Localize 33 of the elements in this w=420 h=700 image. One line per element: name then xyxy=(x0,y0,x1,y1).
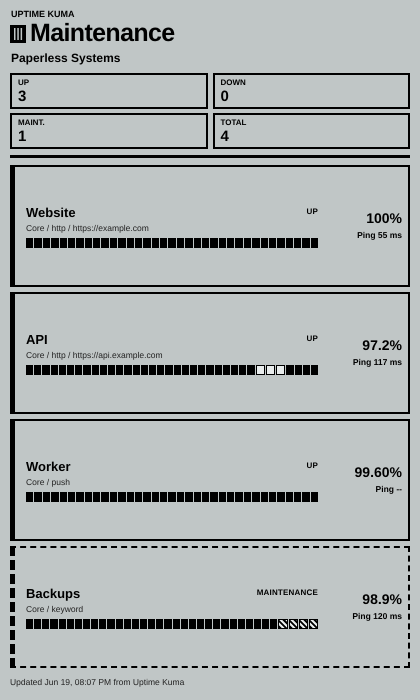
status-label: UP xyxy=(306,206,318,218)
monitor-name: API xyxy=(26,332,48,348)
stat-label: UP xyxy=(18,78,30,88)
stat-label: MAINT. xyxy=(18,118,46,128)
stat-value: 0 xyxy=(220,89,230,104)
uptime-value: 99.60% xyxy=(354,464,402,482)
ping-value: Ping 55 ms xyxy=(357,229,402,242)
ping-value: Ping -- xyxy=(376,483,402,496)
monitor-name: Worker xyxy=(26,458,71,475)
page-title: Maintenance xyxy=(30,21,175,46)
ping-value: Ping 117 ms xyxy=(352,356,402,370)
monitor-detail: Core / push xyxy=(26,476,71,488)
page-subtitle: Paperless Systems xyxy=(11,50,122,67)
ping-value: Ping 120 ms xyxy=(352,610,402,624)
uptime-value: 100% xyxy=(366,210,402,228)
pause-bars-icon xyxy=(10,24,26,42)
monitor-detail: Core / keyword xyxy=(26,602,84,616)
brand-label: UPTIME KUMA xyxy=(11,10,76,19)
stat-value: 1 xyxy=(18,129,28,144)
stat-value: 4 xyxy=(220,129,230,144)
monitor-name: Backups xyxy=(26,586,80,602)
status-label: MAINTENANCE xyxy=(256,586,318,598)
status-label: UP xyxy=(306,332,318,344)
footer-text: Updated Jun 19, 08:07 PM from Uptime Kuma xyxy=(10,676,186,689)
status-label: UP xyxy=(306,460,318,472)
uptime-value: 97.2% xyxy=(362,336,402,354)
stat-label: TOTAL xyxy=(220,118,248,128)
monitor-detail: Core / http / https://example.com xyxy=(26,222,150,234)
stat-label: DOWN xyxy=(220,78,247,88)
uptime-value: 98.9% xyxy=(362,590,402,608)
monitor-name: Website xyxy=(26,204,76,221)
stat-value: 3 xyxy=(18,89,28,104)
monitor-detail: Core / http / https://api.example.com xyxy=(26,348,164,362)
